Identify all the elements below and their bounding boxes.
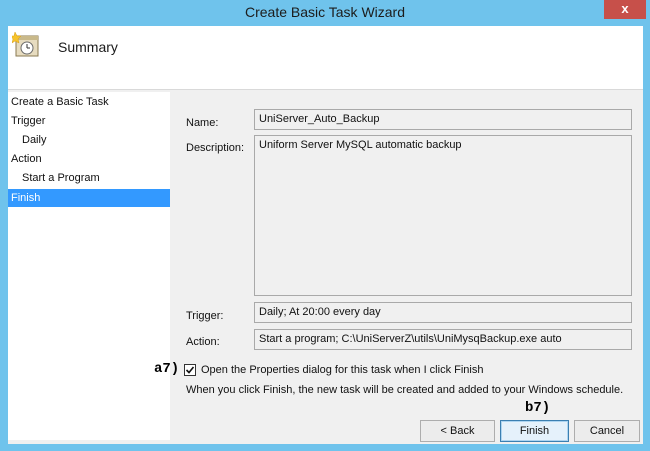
step-start-a-program[interactable]: Start a Program <box>22 169 100 187</box>
open-properties-label[interactable]: Open the Properties dialog for this task… <box>201 364 483 376</box>
checkmark-icon <box>185 366 195 374</box>
wizard-window: Create Basic Task Wizard x Summary Creat… <box>0 0 650 451</box>
name-label: Name: <box>186 117 219 129</box>
finish-button[interactable]: Finish <box>500 420 569 442</box>
cancel-button[interactable]: Cancel <box>574 420 640 442</box>
wizard-steps-nav: Create a Basic Task Trigger Daily Action… <box>8 92 170 440</box>
close-icon: x <box>621 1 629 16</box>
action-label: Action: <box>186 336 220 348</box>
description-label: Description: <box>186 142 245 154</box>
window-title: Create Basic Task Wizard <box>244 4 405 20</box>
finish-note: When you click Finish, the new task will… <box>186 384 624 396</box>
step-trigger[interactable]: Trigger <box>11 112 45 130</box>
open-properties-checkbox[interactable] <box>184 364 196 376</box>
back-button[interactable]: < Back <box>420 420 495 442</box>
trigger-label: Trigger: <box>186 310 224 322</box>
action-field[interactable]: Start a program; C:\UniServerZ\utils\Uni… <box>254 329 632 350</box>
wizard-header: Summary <box>8 26 643 90</box>
trigger-field[interactable]: Daily; At 20:00 every day <box>254 302 632 323</box>
step-create-basic-task[interactable]: Create a Basic Task <box>11 93 109 111</box>
annotation-a7: a7) <box>154 361 180 377</box>
close-button[interactable]: x <box>604 0 646 19</box>
annotation-b7: b7) <box>525 400 551 416</box>
page-title: Summary <box>58 39 118 55</box>
step-action[interactable]: Action <box>11 150 42 168</box>
step-daily[interactable]: Daily <box>22 131 46 149</box>
task-clock-icon <box>12 31 39 57</box>
description-field[interactable]: Uniform Server MySQL automatic backup <box>254 135 632 296</box>
name-field[interactable]: UniServer_Auto_Backup <box>254 109 632 130</box>
step-finish[interactable]: Finish <box>8 189 170 207</box>
title-bar[interactable]: Create Basic Task Wizard x <box>0 0 650 25</box>
dialog-client-area: Summary Create a Basic Task Trigger Dail… <box>8 26 643 444</box>
